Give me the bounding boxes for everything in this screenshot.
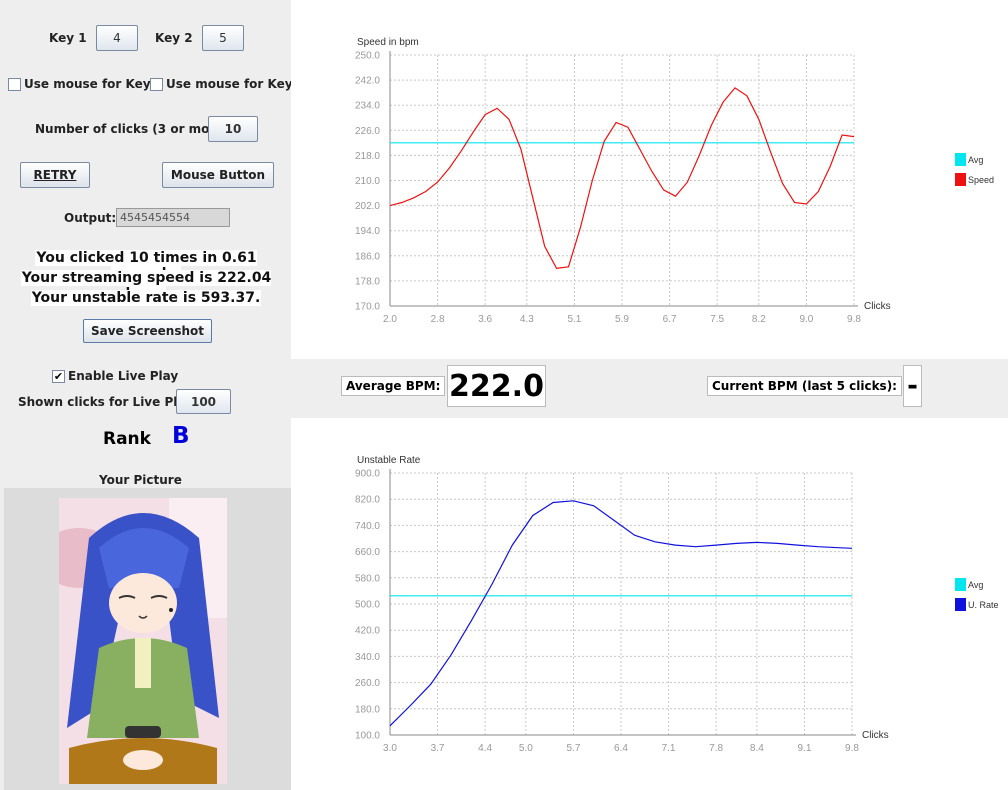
speed-y-tick: 242.0 xyxy=(355,76,380,87)
urate-x-tick: 7.1 xyxy=(662,743,676,754)
user-picture xyxy=(59,498,227,784)
urate-legend-label: U. Rate xyxy=(968,600,999,610)
current-bpm-label: Current BPM (last 5 clicks): xyxy=(707,376,902,396)
urate-y-tick: 660.0 xyxy=(355,547,380,558)
speed-y-axis-label: Speed in bpm xyxy=(357,37,419,48)
speed-x-tick: 6.7 xyxy=(663,314,677,325)
urate-y-tick: 180.0 xyxy=(355,704,380,715)
average-bpm-value: 222.0 xyxy=(447,365,546,407)
urate-y-tick: 500.0 xyxy=(355,600,380,611)
speed-y-tick: 202.0 xyxy=(355,201,380,212)
speed-x-tick: 9.0 xyxy=(799,314,813,325)
key2-label: Key 2 xyxy=(155,31,193,45)
urate-legend-swatch xyxy=(955,578,966,591)
urate-legend-label: Avg xyxy=(968,580,983,590)
unstable-rate-chart: 100.0 180.0 260.0 340.0 420.0 500.0 580.0 660.0… xyxy=(355,455,999,754)
urate-x-tick: 5.0 xyxy=(519,743,533,754)
mouse-key1-checkbox[interactable] xyxy=(8,78,21,91)
urate-legend-swatch xyxy=(955,598,966,611)
retry-button[interactable]: RETRY xyxy=(20,162,90,188)
speed-x-axis-label: Clicks xyxy=(864,301,891,312)
urate-y-tick: 340.0 xyxy=(355,652,380,663)
key1-label: Key 1 xyxy=(49,31,87,45)
mouse-button[interactable]: Mouse Button xyxy=(162,162,274,188)
retry-label: RETRY xyxy=(33,168,77,182)
urate-y-tick: 420.0 xyxy=(355,626,380,637)
output-label: Output: xyxy=(64,211,117,225)
urate-x-tick: 8.4 xyxy=(750,743,764,754)
urate-x-tick: 4.4 xyxy=(478,743,492,754)
urate-x-tick: 3.0 xyxy=(383,743,397,754)
current-bpm-value: - xyxy=(903,365,922,407)
urate-y-tick: 100.0 xyxy=(355,731,380,742)
speed-y-tick: 186.0 xyxy=(355,251,380,262)
key1-button[interactable]: 4 xyxy=(96,25,138,51)
urate-y-tick: 740.0 xyxy=(355,521,380,532)
mouse-key2-checkbox[interactable] xyxy=(150,78,163,91)
speed-x-tick: 5.1 xyxy=(567,314,581,325)
picture-panel xyxy=(4,488,291,790)
speed-x-tick: 3.6 xyxy=(478,314,492,325)
urate-x-tick: 6.4 xyxy=(614,743,628,754)
picture-label: Your Picture xyxy=(99,473,182,487)
urate-x-tick: 3.7 xyxy=(431,743,445,754)
mouse-key1-label: Use mouse for Key 1 xyxy=(24,77,164,91)
speed-legend-swatch xyxy=(955,173,966,186)
speed-x-tick: 9.8 xyxy=(847,314,861,325)
live-play-checkbox[interactable]: ✔ xyxy=(52,370,65,383)
speed-x-tick: 2.0 xyxy=(383,314,397,325)
result-line-urate: Your unstable rate is 593.37. xyxy=(0,290,292,306)
result-line-urate-text: Your unstable rate is 593.37. xyxy=(30,290,262,306)
speed-x-tick: 5.9 xyxy=(615,314,629,325)
speed-legend-label: Speed xyxy=(968,175,994,185)
urate-x-tick: 7.8 xyxy=(709,743,723,754)
speed-y-tick: 170.0 xyxy=(355,302,380,313)
speed-chart: 170.0 178.0 186.0 194.0 202.0 210.0 218.0 226.0… xyxy=(355,37,994,325)
shown-clicks-label: Shown clicks for Live Play: xyxy=(18,395,198,409)
urate-x-tick: 5.7 xyxy=(566,743,580,754)
speed-x-tick: 2.8 xyxy=(431,314,445,325)
speed-x-tick: 4.3 xyxy=(520,314,534,325)
save-screenshot-button[interactable]: Save Screenshot xyxy=(83,319,212,343)
urate-chart-panel: 100.0 180.0 260.0 340.0 420.0 500.0 580.0 660.0… xyxy=(291,418,1008,790)
speed-y-tick: 210.0 xyxy=(355,176,380,187)
urate-y-tick: 900.0 xyxy=(355,469,380,480)
speed-series-speed-line xyxy=(389,87,855,270)
speed-chart-panel: 170.0 178.0 186.0 194.0 202.0 210.0 218.0 226.0… xyxy=(291,0,1008,359)
speed-legend-swatch xyxy=(955,153,966,166)
shown-clicks-input[interactable]: 100 xyxy=(176,389,231,414)
speed-legend-label: Avg xyxy=(968,155,983,165)
rank-value: B xyxy=(172,423,190,449)
mouse-key2-label: Use mouse for Key 2 xyxy=(166,77,306,91)
speed-x-tick: 7.5 xyxy=(710,314,724,325)
speed-x-tick: 8.2 xyxy=(752,314,766,325)
speed-y-tick: 194.0 xyxy=(355,226,380,237)
clicks-label: Number of clicks (3 or more): xyxy=(35,122,234,136)
speed-y-tick: 234.0 xyxy=(355,101,380,112)
live-play-label: Enable Live Play xyxy=(68,369,179,383)
average-bpm-label: Average BPM: xyxy=(341,376,446,396)
urate-y-tick: 820.0 xyxy=(355,495,380,506)
rank-label: Rank xyxy=(103,429,151,449)
urate-y-axis-label: Unstable Rate xyxy=(357,455,421,466)
urate-y-tick: 580.0 xyxy=(355,573,380,584)
output-field: 4545454554 xyxy=(116,208,230,227)
urate-x-tick: 9.8 xyxy=(845,743,859,754)
speed-y-tick: 218.0 xyxy=(355,151,380,162)
clicks-input[interactable]: 10 xyxy=(208,116,258,142)
urate-y-tick: 260.0 xyxy=(355,678,380,689)
key2-button[interactable]: 5 xyxy=(202,25,244,51)
urate-x-axis-label: Clicks xyxy=(862,730,889,741)
urate-x-tick: 9.1 xyxy=(797,743,811,754)
speed-y-tick: 178.0 xyxy=(355,276,380,287)
speed-y-tick: 226.0 xyxy=(355,126,380,137)
speed-y-tick: 250.0 xyxy=(355,51,380,62)
control-panel: Key 1 4 Key 2 5 Use mouse for Key 1 Use … xyxy=(0,0,305,790)
